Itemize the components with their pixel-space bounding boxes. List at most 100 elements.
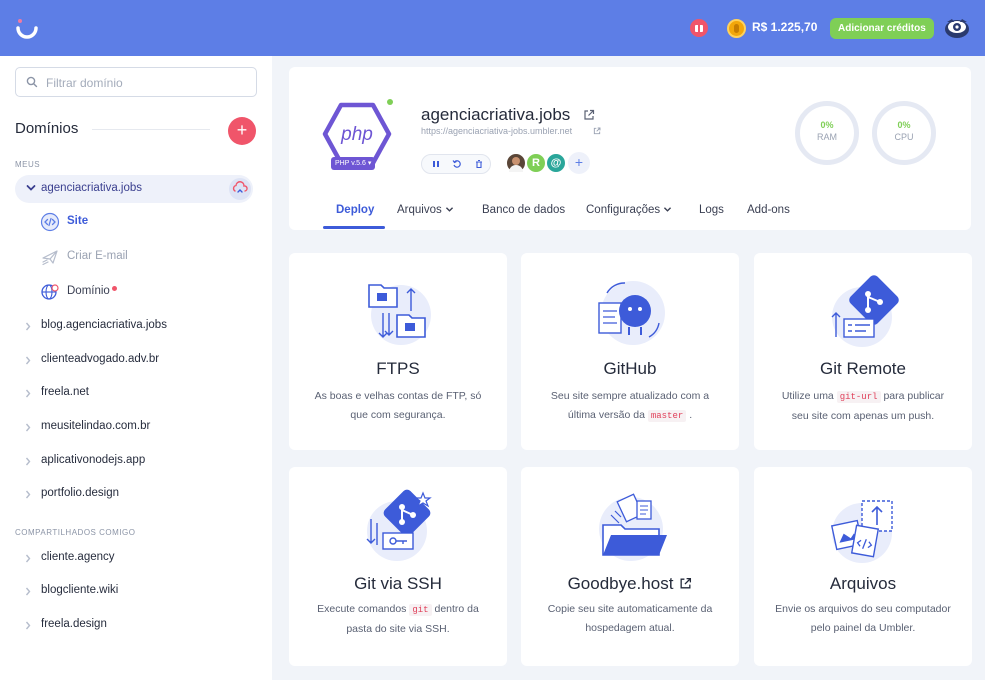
domain-label: freela.design: [41, 618, 107, 630]
credit-balance: R$ 1.225,70: [752, 20, 818, 34]
chevron-right-icon: [25, 554, 31, 563]
card-description: Copie seu site automaticamente da hosped…: [547, 603, 713, 634]
code-snippet: git: [409, 604, 432, 616]
tab-deploy[interactable]: Deploy: [336, 204, 374, 216]
chevron-right-icon: [25, 423, 31, 432]
umbler-logo-icon[interactable]: [14, 16, 40, 42]
divider: [92, 129, 210, 130]
deploy-option-goodbye-host[interactable]: Goodbye.host Copie seu site automaticame…: [521, 467, 739, 666]
site-header-card: php PHP v.5.6 ▾ agenciacriativa.jobs htt…: [289, 67, 971, 230]
git-ssh-icon: [366, 489, 432, 561]
chevron-down-icon: [445, 207, 454, 212]
chevron-right-icon: [25, 457, 31, 466]
card-title: Git via SSH: [354, 574, 442, 593]
chevron-right-icon: [25, 621, 31, 630]
ram-value: 0%: [820, 120, 834, 130]
cpu-value: 0%: [897, 120, 911, 130]
card-description: Envie os arquivos do seu computador pelo…: [775, 603, 951, 634]
team-member-avatar[interactable]: @: [545, 152, 567, 174]
card-description: Seu site sempre atualizado com a última …: [539, 387, 721, 426]
online-status-dot: [387, 99, 393, 105]
deploy-option-git-ssh[interactable]: Git via SSH Execute comandos git dentro …: [289, 467, 507, 666]
tab-label: Arquivos: [397, 204, 442, 216]
coin-icon: [727, 19, 746, 38]
card-title: FTPS: [376, 359, 420, 378]
notification-dot: [112, 286, 117, 291]
tab-logs[interactable]: Logs: [699, 204, 724, 216]
tab-addons[interactable]: Add-ons: [747, 204, 790, 216]
chevron-down-icon: [664, 207, 672, 212]
ram-label: RAM: [817, 132, 837, 142]
tab-banco-de-dados[interactable]: Banco de dados: [482, 204, 565, 216]
domain-filter-input[interactable]: [46, 74, 246, 91]
site-url[interactable]: https://agenciacriativa-jobs.umbler.net: [421, 126, 572, 136]
site-name: agenciacriativa.jobs: [421, 105, 571, 124]
card-title: Arquivos: [829, 574, 897, 593]
site-controls: [421, 154, 491, 174]
cpu-label: CPU: [894, 132, 914, 142]
migration-folder-icon: [599, 493, 667, 561]
ram-gauge: 0% RAM: [795, 101, 859, 165]
restart-icon[interactable]: [452, 159, 462, 169]
card-description-text: Seu site sempre atualizado com a última …: [550, 390, 710, 421]
card-description: Execute comandos git dentro da pasta do …: [307, 600, 489, 639]
deploy-option-arquivos[interactable]: Arquivos Envie os arquivos do seu comput…: [754, 467, 972, 666]
sidebar-item-agenciacriativa[interactable]: agenciacriativa.jobs: [15, 175, 253, 203]
code-snippet: master: [647, 410, 687, 422]
chevron-right-icon: [25, 356, 31, 365]
tab-arquivos[interactable]: Arquivos: [397, 204, 454, 216]
globe-icon: [41, 284, 59, 300]
chevron-right-icon: [25, 587, 31, 596]
gift-icon[interactable]: [690, 19, 708, 37]
active-domain-label: agenciacriativa.jobs: [41, 182, 143, 194]
tab-configuracoes[interactable]: Configurações: [586, 204, 672, 216]
cloud-sync-icon[interactable]: [229, 178, 251, 200]
chevron-right-icon: [25, 490, 31, 499]
active-tab-indicator: [323, 226, 385, 229]
php-version-dropdown[interactable]: PHP v.5.6 ▾: [331, 157, 376, 170]
sidebar-subitem-label: Criar E-mail: [67, 250, 128, 262]
git-remote-icon: [831, 275, 899, 347]
sidebar-subitem-label: Domínio: [67, 285, 110, 297]
external-link-icon: [680, 577, 692, 589]
deploy-option-git-remote[interactable]: Git Remote Utilize uma git-url para publ…: [754, 253, 972, 450]
domain-label: blogcliente.wiki: [41, 584, 119, 596]
code-snippet: git-url: [836, 391, 881, 403]
external-link-icon[interactable]: [593, 127, 601, 135]
tab-label: Configurações: [586, 204, 661, 216]
card-title-text: Goodbye.host: [567, 574, 674, 593]
add-domain-button[interactable]: +: [228, 117, 256, 145]
team-member-avatar[interactable]: R: [525, 152, 547, 174]
card-description-text: Execute comandos: [317, 603, 407, 615]
external-link-icon[interactable]: [583, 109, 595, 121]
domain-label: freela.net: [41, 386, 89, 398]
add-credits-button[interactable]: Adicionar créditos: [830, 18, 934, 39]
shared-domains-label: COMPARTILHADOS COMIGO: [15, 528, 136, 537]
deploy-option-ftps[interactable]: FTPS As boas e velhas contas de FTP, só …: [289, 253, 507, 450]
trash-icon[interactable]: [474, 159, 484, 169]
sidebar-subitem-label: Site: [67, 215, 89, 227]
domains-heading: Domínios: [15, 120, 79, 137]
php-version-label: PHP v.5.6: [335, 160, 366, 167]
sidebar: Domínios + MEUS agenciacriativa.jobs Sit…: [0, 56, 272, 680]
card-description: As boas e velhas contas de FTP, só que c…: [314, 390, 482, 421]
code-icon: [40, 212, 60, 232]
user-avatar[interactable]: [944, 16, 970, 40]
php-label: php: [340, 124, 373, 145]
chevron-right-icon: [25, 322, 31, 331]
card-title: GitHub: [603, 359, 657, 378]
cpu-gauge: 0% CPU: [872, 101, 936, 165]
domain-label: portfolio.design: [41, 487, 119, 499]
domain-filter[interactable]: [15, 67, 257, 97]
chevron-down-icon: [26, 185, 36, 191]
top-bar: R$ 1.225,70 Adicionar créditos: [0, 0, 985, 56]
team-member-avatar[interactable]: [505, 152, 527, 174]
pause-icon[interactable]: [431, 159, 441, 169]
search-icon: [26, 76, 38, 88]
ftps-folders-icon: [368, 284, 431, 345]
domain-label: clienteadvogado.adv.br: [41, 353, 160, 365]
card-description-text: Utilize uma: [781, 390, 834, 402]
card-title: Goodbye.host: [521, 574, 739, 594]
add-team-member-button[interactable]: +: [568, 152, 590, 174]
deploy-option-github[interactable]: GitHub Seu site sempre atualizado com a …: [521, 253, 739, 450]
